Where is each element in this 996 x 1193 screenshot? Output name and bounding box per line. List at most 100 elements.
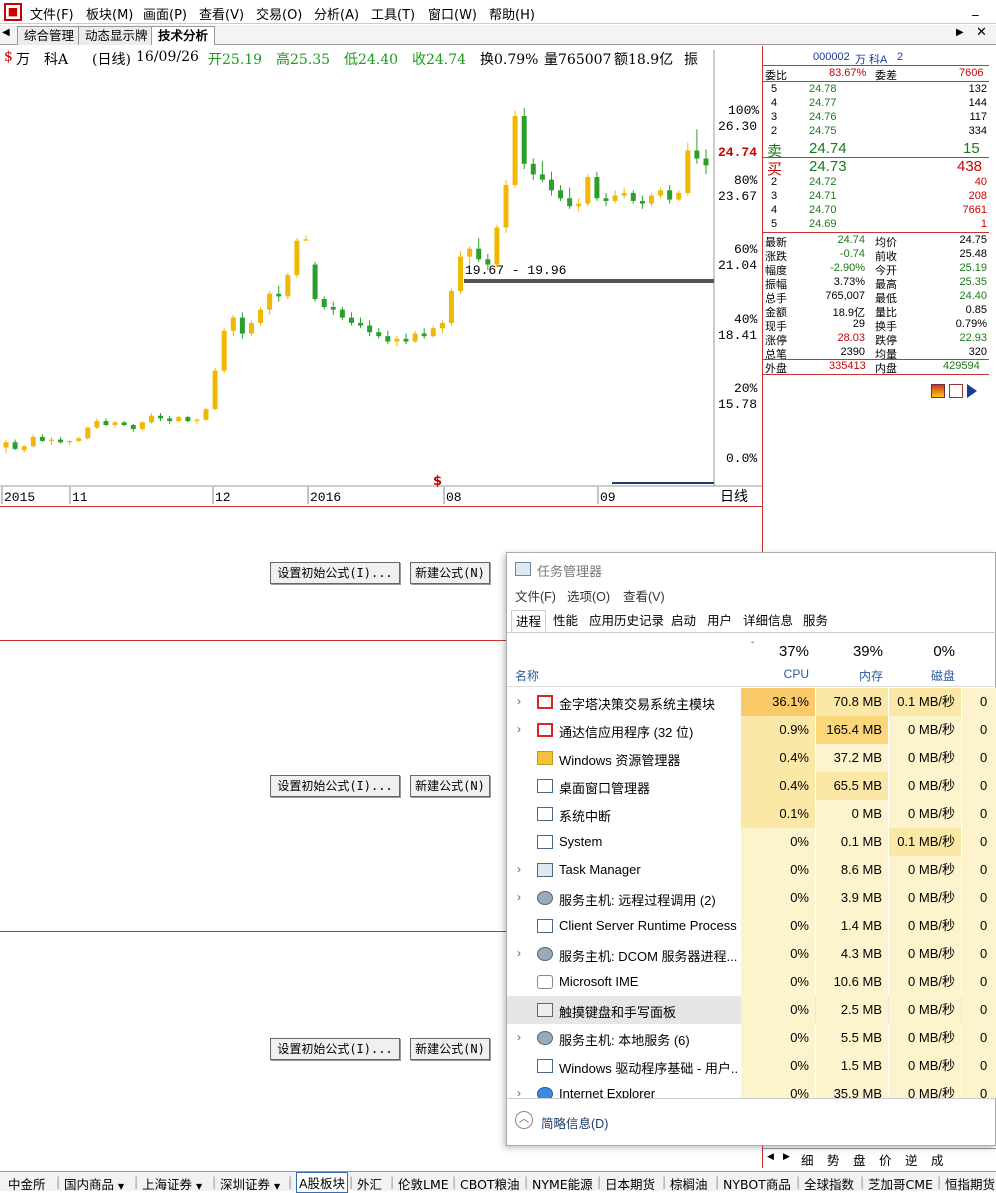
tab-overview[interactable]: 综合管理 (17, 26, 82, 45)
market-tab[interactable]: A股板块 (296, 1172, 349, 1193)
sell1-row[interactable]: 卖 24.74 15 (763, 140, 989, 160)
col-memory[interactable]: 内存 (817, 667, 883, 684)
tab-app-history[interactable]: 应用历史记录 (585, 610, 668, 632)
tab-technical-analysis[interactable]: 技术分析 (151, 26, 216, 45)
menu-screen[interactable]: 画面(P) (143, 4, 187, 23)
tab-dynamic-board[interactable]: 动态显示牌 (78, 26, 155, 45)
draw-tool-icon[interactable] (949, 384, 963, 398)
scroll-left-icon[interactable]: ◀ (767, 1151, 774, 1162)
market-tab[interactable]: 日本期货 (605, 1174, 655, 1193)
market-tab[interactable]: NYME能源 (532, 1174, 593, 1193)
tab-scroll-right-icon[interactable]: ▶ (956, 27, 964, 38)
tab-price[interactable]: 价 (879, 1150, 892, 1169)
menu-trade[interactable]: 交易(O) (256, 4, 302, 23)
tm-menu-view[interactable]: 查看(V) (623, 586, 665, 605)
ask-row[interactable]: 2 24.75 334 (763, 125, 989, 139)
expand-chevron-icon[interactable]: › (517, 694, 521, 708)
tab-services[interactable]: 服务 (799, 610, 832, 632)
menu-window[interactable]: 窗口(W) (428, 4, 477, 23)
tab-trend[interactable]: 势 (827, 1150, 840, 1169)
market-tab[interactable]: 芝加哥CME (868, 1174, 933, 1193)
candlestick-chart[interactable]: 19.67 - 19.96 $ 100% 26.30 24.74 80% 23.… (0, 48, 762, 508)
tab-deals[interactable]: 成 (931, 1150, 944, 1169)
set-initial-formula-button[interactable]: 设置初始公式(I)... (270, 562, 400, 584)
market-tab[interactable]: CBOT粮油 (460, 1174, 520, 1193)
bid-row[interactable]: 3 24.71 208 (763, 190, 989, 204)
process-row[interactable]: › 服务主机: 本地服务 (6) 0%5.5 MB0 MB/秒0 M (507, 1024, 996, 1073)
tm-menu-file[interactable]: 文件(F) (515, 586, 556, 605)
buy1-row[interactable]: 买 24.73 438 (763, 158, 989, 178)
fewer-details-link[interactable]: 简略信息(D) (541, 1113, 608, 1132)
minimize-button[interactable]: _ (972, 2, 979, 17)
market-tab[interactable]: 伦敦LME (398, 1174, 449, 1193)
process-row[interactable]: Windows 驱动程序基础 - 用户... 0%1.5 MB0 MB/秒0 M (507, 1052, 996, 1098)
task-manager-window[interactable]: 任务管理器 文件(F) 选项(O) 查看(V) 进程 性能 应用历史记录 启动 … (506, 552, 996, 1146)
process-row[interactable]: › 通达信应用程序 (32 位) 0.9%165.4 MB0 MB/秒0 M (507, 716, 996, 765)
process-row[interactable]: › 服务主机: DCOM 服务器进程... 0%4.3 MB0 MB/秒0 M (507, 940, 996, 989)
process-row[interactable]: › Internet Explorer 0%35.9 MB0 MB/秒0 M (507, 1080, 996, 1098)
set-initial-formula-button[interactable]: 设置初始公式(I)... (270, 775, 400, 797)
tab-reverse[interactable]: 逆 (905, 1150, 918, 1169)
col-name[interactable]: 名称 (515, 667, 539, 684)
process-row[interactable]: › Task Manager 0%8.6 MB0 MB/秒0 M (507, 856, 996, 905)
process-row[interactable]: Client Server Runtime Process 0% 1.4 MB 0 M… (507, 912, 996, 961)
market-tab[interactable]: 中金所 (8, 1174, 46, 1193)
menu-file[interactable]: 文件(F) (30, 4, 74, 23)
process-row[interactable]: 触摸键盘和手写面板 0%2.5 MB0 MB/秒0 M (507, 996, 996, 1045)
ask-row[interactable]: 3 24.76 117 (763, 111, 989, 125)
new-formula-button[interactable]: 新建公式(N) (410, 1038, 490, 1060)
menu-tools[interactable]: 工具(T) (371, 4, 415, 23)
tab-book[interactable]: 盘 (853, 1150, 866, 1169)
new-formula-button[interactable]: 新建公式(N) (410, 562, 490, 584)
candle-body (494, 227, 500, 265)
chart-tool-icon[interactable] (931, 384, 945, 398)
process-row[interactable]: › 金字塔决策交易系统主模块 36.1%70.8 MB0.1 MB/秒0 M (507, 688, 996, 737)
expand-chevron-icon[interactable]: › (517, 1086, 521, 1098)
expand-chevron-icon[interactable]: › (517, 890, 521, 904)
market-tab[interactable]: NYBOT商品 (723, 1174, 791, 1193)
expand-chevron-icon[interactable]: › (517, 946, 521, 960)
tab-scroll-left-icon[interactable]: ◀ (2, 27, 10, 38)
ask-row[interactable]: 4 24.77 144 (763, 97, 989, 111)
tab-details[interactable]: 详细信息 (739, 610, 797, 632)
col-cpu[interactable]: CPU (747, 667, 809, 681)
scroll-right-icon[interactable]: ▶ (783, 1151, 790, 1162)
app-logo-icon[interactable]: ■ (4, 3, 22, 21)
market-tab[interactable]: 深圳证券 ▼ (220, 1174, 280, 1193)
bid-row[interactable]: 5 24.69 1 (763, 218, 989, 232)
process-row[interactable]: › 服务主机: 远程过程调用 (2) 0%3.9 MB0 MB/秒0 M (507, 884, 996, 933)
menu-view[interactable]: 查看(V) (199, 4, 244, 23)
play-icon[interactable] (967, 384, 977, 398)
process-row[interactable]: 桌面窗口管理器 0.4%65.5 MB0 MB/秒0 M (507, 772, 996, 821)
set-initial-formula-button[interactable]: 设置初始公式(I)... (270, 1038, 400, 1060)
market-tab[interactable]: 恒指期货 (945, 1174, 995, 1193)
process-row[interactable]: System 0%0.1 MB0.1 MB/秒0 M (507, 828, 996, 877)
tm-menu-options[interactable]: 选项(O) (567, 586, 610, 605)
market-tab[interactable]: 棕榈油 (670, 1174, 708, 1193)
market-tab[interactable]: 上海证券 ▼ (142, 1174, 202, 1193)
menu-analysis[interactable]: 分析(A) (314, 4, 359, 23)
process-row[interactable]: 系统中断 0.1%0 MB0 MB/秒0 M (507, 800, 996, 849)
expand-chevron-icon[interactable]: › (517, 1030, 521, 1044)
bid-row[interactable]: 2 24.72 40 (763, 176, 989, 190)
menu-help[interactable]: 帮助(H) (489, 4, 535, 23)
market-tab[interactable]: 全球指数 (804, 1174, 854, 1193)
tab-startup[interactable]: 启动 (667, 610, 700, 632)
ask-row[interactable]: 5 24.78 132 (763, 83, 989, 97)
tab-detail[interactable]: 细 (801, 1150, 814, 1169)
chevron-up-icon[interactable]: ︿ (515, 1111, 533, 1129)
new-formula-button[interactable]: 新建公式(N) (410, 775, 490, 797)
tab-users[interactable]: 用户 (703, 610, 736, 632)
tab-performance[interactable]: 性能 (549, 610, 582, 632)
close-icon[interactable]: ✕ (976, 25, 987, 40)
tab-processes[interactable]: 进程 (511, 610, 547, 632)
process-row[interactable]: Windows 资源管理器 0.4%37.2 MB0 MB/秒0 M (507, 744, 996, 793)
market-tab[interactable]: 国内商品 ▼ (64, 1174, 124, 1193)
col-disk[interactable]: 磁盘 (889, 667, 955, 684)
process-row[interactable]: Microsoft IME 0%10.6 MB0 MB/秒0 M (507, 968, 996, 1017)
expand-chevron-icon[interactable]: › (517, 862, 521, 876)
expand-chevron-icon[interactable]: › (517, 722, 521, 736)
bid-row[interactable]: 4 24.70 7661 (763, 204, 989, 218)
market-tab[interactable]: 外汇 (357, 1174, 382, 1193)
menu-sector[interactable]: 板块(M) (86, 4, 133, 23)
